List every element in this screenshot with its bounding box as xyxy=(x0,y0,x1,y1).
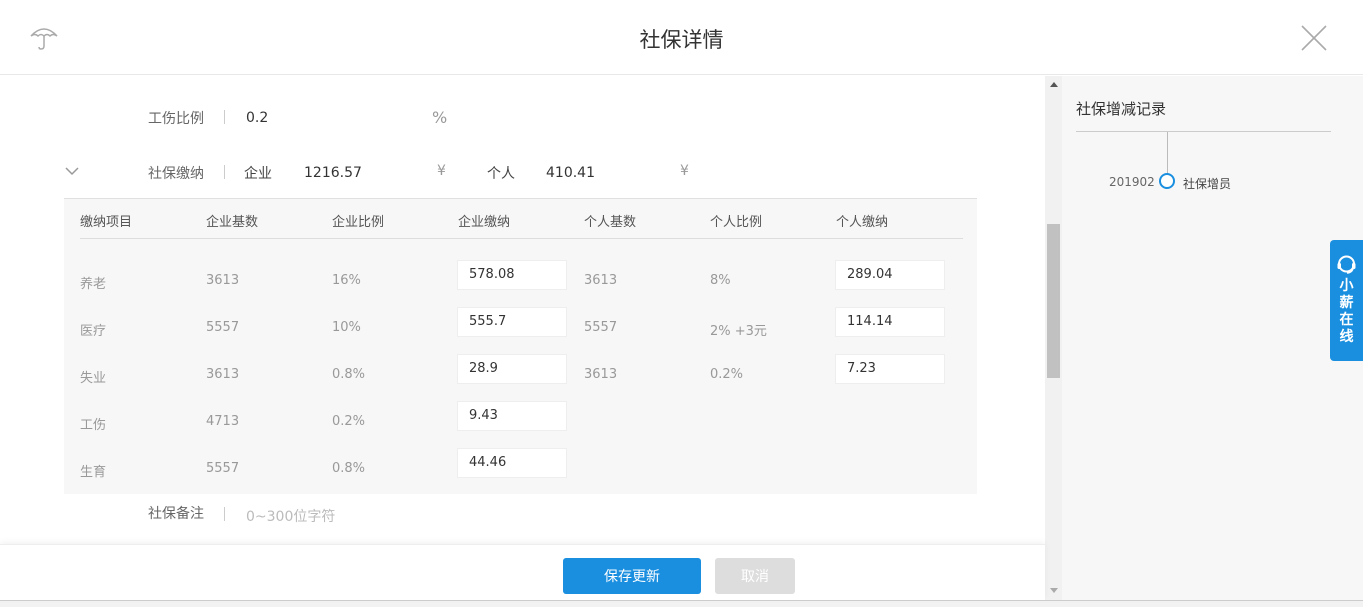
scroll-down-arrow-icon[interactable] xyxy=(1050,588,1058,593)
record-sidebar: 社保增减记录 201902 社保增员 xyxy=(1062,76,1363,600)
company-pay-input[interactable]: 9.43 xyxy=(457,401,567,431)
personal-total-value: 410.41 xyxy=(546,165,595,181)
dialog-header: 社保详情 xyxy=(0,0,1363,75)
save-update-button[interactable]: 保存更新 xyxy=(563,558,701,594)
injury-ratio-unit: % xyxy=(432,108,448,127)
row-personal-base: 3613 xyxy=(584,273,618,288)
injury-ratio-label: 工伤比例 xyxy=(148,111,204,127)
header-divider xyxy=(80,238,963,239)
row-company-base: 3613 xyxy=(206,367,240,382)
personal-currency: ¥ xyxy=(680,163,689,179)
header-personal-pay: 个人缴纳 xyxy=(836,215,889,230)
row-item: 失业 xyxy=(80,371,107,386)
separator xyxy=(224,165,225,179)
separator xyxy=(224,110,225,124)
personal-pay-input[interactable]: 114.14 xyxy=(835,307,945,337)
company-pay-input[interactable]: 555.7 xyxy=(457,307,567,337)
vertical-scrollbar[interactable] xyxy=(1045,76,1062,600)
row-company-base: 5557 xyxy=(206,320,240,335)
row-personal-ratio: 8% xyxy=(710,273,731,288)
separator xyxy=(224,507,225,521)
row-item: 工伤 xyxy=(80,418,107,433)
company-label: 企业 xyxy=(244,166,272,182)
row-item: 养老 xyxy=(80,277,107,292)
sidebar-divider xyxy=(1076,131,1331,132)
row-company-base: 3613 xyxy=(206,273,240,288)
remark-input[interactable]: 0~300位字符 xyxy=(246,506,335,526)
company-currency: ¥ xyxy=(437,163,446,179)
row-personal-ratio: 2% +3元 xyxy=(710,324,767,339)
close-icon[interactable] xyxy=(1300,24,1328,52)
row-company-ratio: 16% xyxy=(332,273,361,288)
dialog-footer: 保存更新 取消 xyxy=(0,544,1045,600)
personal-pay-input[interactable]: 7.23 xyxy=(835,354,945,384)
personal-label: 个人 xyxy=(487,166,515,182)
form-area: 工伤比例 0.2 % 社保缴纳 企业 1216.57 ¥ 个人 410.41 ¥… xyxy=(0,76,1045,544)
headset-icon xyxy=(1337,255,1356,274)
row-personal-ratio: 0.2% xyxy=(710,367,744,382)
personal-pay-input[interactable]: 289.04 xyxy=(835,260,945,290)
payment-detail-table: 缴纳项目 企业基数 企业比例 企业缴纳 个人基数 个人比例 个人缴纳 养老 36… xyxy=(64,198,977,494)
row-company-ratio: 0.8% xyxy=(332,461,366,476)
row-company-base: 5557 xyxy=(206,461,240,476)
row-item: 医疗 xyxy=(80,324,107,339)
cancel-button[interactable]: 取消 xyxy=(715,558,795,594)
injury-ratio-input[interactable]: 0.2 xyxy=(246,110,268,126)
company-pay-input[interactable]: 578.08 xyxy=(457,260,567,290)
scroll-up-arrow-icon[interactable] xyxy=(1050,82,1058,87)
timeline-node-icon xyxy=(1159,173,1175,189)
header-company-pay: 企业缴纳 xyxy=(458,215,511,230)
company-pay-input[interactable]: 44.46 xyxy=(457,448,567,478)
row-company-ratio: 0.8% xyxy=(332,367,366,382)
scrollbar-thumb[interactable] xyxy=(1047,224,1060,378)
record-date: 201902 xyxy=(1109,175,1155,189)
chat-support-widget[interactable]: 小薪在线 xyxy=(1330,240,1363,361)
dialog-title: 社保详情 xyxy=(639,28,724,52)
company-pay-input[interactable]: 28.9 xyxy=(457,354,567,384)
record-label: 社保增员 xyxy=(1183,177,1232,191)
row-company-base: 4713 xyxy=(206,414,240,429)
row-item: 生育 xyxy=(80,465,107,480)
sidebar-title: 社保增减记录 xyxy=(1076,100,1167,118)
header-personal-base: 个人基数 xyxy=(584,215,637,230)
row-company-ratio: 10% xyxy=(332,320,361,335)
company-total-value: 1216.57 xyxy=(304,165,362,181)
timeline-line xyxy=(1167,132,1168,174)
header-company-ratio: 企业比例 xyxy=(332,215,385,230)
header-company-base: 企业基数 xyxy=(206,215,259,230)
header-item: 缴纳项目 xyxy=(80,215,133,230)
row-personal-base: 3613 xyxy=(584,367,618,382)
row-personal-base: 5557 xyxy=(584,320,618,335)
header-personal-ratio: 个人比例 xyxy=(710,215,763,230)
chevron-down-icon[interactable] xyxy=(65,166,79,176)
row-company-ratio: 0.2% xyxy=(332,414,366,429)
chat-widget-label: 小薪在线 xyxy=(1339,278,1354,345)
payment-label: 社保缴纳 xyxy=(148,166,204,182)
remark-label: 社保备注 xyxy=(148,506,204,522)
page-bottom-strip xyxy=(0,600,1363,607)
